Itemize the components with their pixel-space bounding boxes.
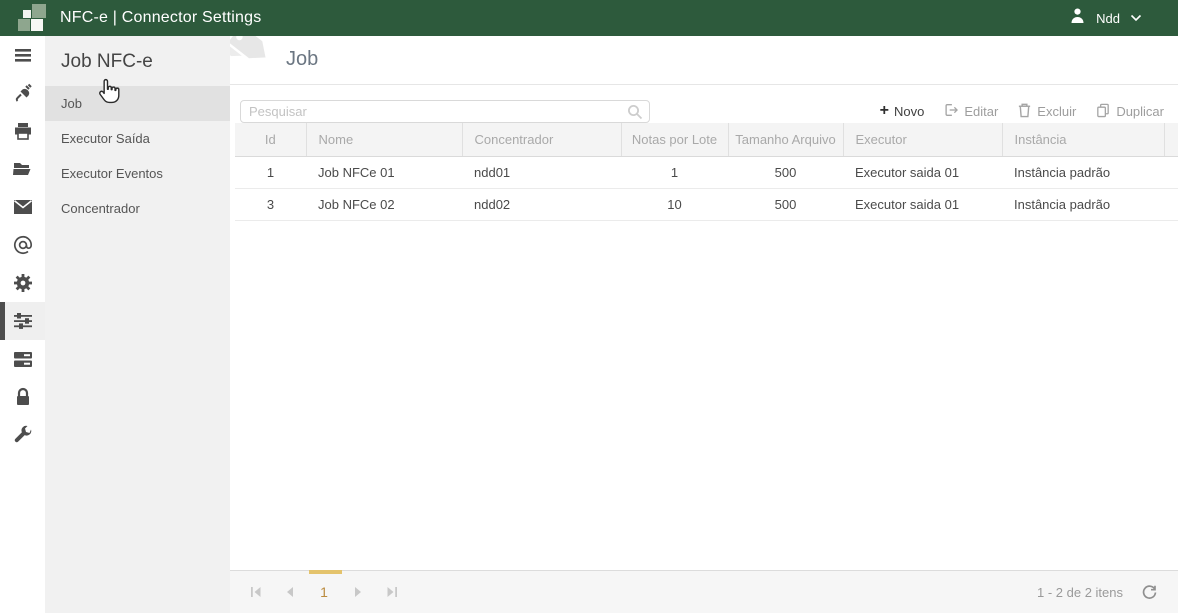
current-page-indicator [309, 570, 342, 574]
folder-icon[interactable] [0, 150, 45, 188]
table-cell: ndd02 [462, 188, 621, 220]
page-number[interactable]: 1 [312, 580, 336, 604]
search-icon[interactable] [627, 104, 643, 125]
mail-icon[interactable] [0, 188, 45, 226]
sidebar-item-concentrador[interactable]: Concentrador [45, 191, 230, 226]
module-title: Job NFC-e [45, 36, 230, 86]
refresh-icon[interactable] [1141, 584, 1158, 601]
table-row[interactable]: 1Job NFCe 01ndd011500Executor saida 01In… [235, 156, 1178, 188]
first-page-button[interactable] [244, 580, 268, 604]
search-input[interactable] [240, 100, 650, 123]
column-header-1[interactable]: Id [235, 123, 306, 156]
column-header-2[interactable]: Nome [306, 123, 462, 156]
edit-button[interactable]: Editar [943, 102, 998, 121]
lock-icon[interactable] [0, 378, 45, 416]
column-header-filler [1164, 123, 1178, 156]
module-sidebar: Job NFC-e Job Executor Saída Executor Ev… [45, 36, 230, 613]
wrench-icon[interactable] [0, 416, 45, 454]
delete-button[interactable]: Excluir [1017, 102, 1076, 121]
table-cell: 3 [235, 188, 306, 220]
column-header-4[interactable]: Notas por Lote [621, 123, 728, 156]
copy-icon [1095, 102, 1111, 121]
sidebar-item-executor-eventos[interactable]: Executor Eventos [45, 156, 230, 191]
table-cell: Instância padrão [1002, 156, 1164, 188]
duplicate-button[interactable]: Duplicar [1095, 102, 1164, 121]
table-cell: ndd01 [462, 156, 621, 188]
search-box [240, 100, 650, 123]
table-cell: 500 [728, 188, 843, 220]
table-cell: Executor saida 01 [843, 156, 1002, 188]
table-cell: 1 [235, 156, 306, 188]
grid-toolbar: + Novo Editar Excluir [230, 85, 1178, 123]
column-header-6[interactable]: Executor [843, 123, 1002, 156]
chevron-down-icon [1130, 9, 1142, 27]
column-header-5[interactable]: Tamanho Arquivo [728, 123, 843, 156]
plug-icon[interactable] [0, 74, 45, 112]
page-title: Job [286, 48, 318, 71]
trash-icon [1017, 102, 1032, 121]
grid-header: IdNomeConcentradorNotas por LoteTamanho … [235, 123, 1178, 156]
printer-icon[interactable] [0, 112, 45, 150]
column-header-3[interactable]: Concentrador [462, 123, 621, 156]
top-bar: NFC-e | Connector Settings Ndd [0, 0, 1178, 36]
new-button[interactable]: + Novo [880, 103, 925, 119]
main-content: Job + Novo Editar [230, 36, 1178, 613]
table-cell-filler [1164, 156, 1178, 188]
app-title: NFC-e | Connector Settings [60, 9, 261, 27]
table-cell: 1 [621, 156, 728, 188]
gear-icon[interactable] [0, 264, 45, 302]
pager-summary: 1 - 2 de 2 itens [1037, 585, 1123, 600]
sliders-icon[interactable] [0, 302, 45, 340]
icon-sidebar [0, 36, 45, 613]
edit-icon [943, 102, 959, 121]
last-page-button[interactable] [380, 580, 404, 604]
toolbar-actions: + Novo Editar Excluir [880, 102, 1164, 121]
table-cell-filler [1164, 188, 1178, 220]
prev-page-button[interactable] [278, 580, 302, 604]
pager: 1 1 - 2 de 2 itens [230, 570, 1178, 613]
user-name: Ndd [1096, 11, 1120, 26]
user-icon [1069, 7, 1086, 29]
plus-icon: + [880, 103, 889, 119]
data-grid: IdNomeConcentradorNotas por LoteTamanho … [235, 123, 1178, 221]
sidebar-item-job[interactable]: Job [45, 86, 230, 121]
next-page-button[interactable] [346, 580, 370, 604]
table-cell: Executor saida 01 [843, 188, 1002, 220]
table-cell: Job NFCe 01 [306, 156, 462, 188]
at-icon[interactable] [0, 226, 45, 264]
sidebar-item-executor-saida[interactable]: Executor Saída [45, 121, 230, 156]
user-menu[interactable]: Ndd [1069, 7, 1178, 29]
grid-area: + Novo Editar Excluir [230, 85, 1178, 570]
table-row[interactable]: 3Job NFCe 02ndd0210500Executor saida 01I… [235, 188, 1178, 220]
column-header-7[interactable]: Instância [1002, 123, 1164, 156]
table-cell: Instância padrão [1002, 188, 1164, 220]
table-cell: 10 [621, 188, 728, 220]
table-cell: Job NFCe 02 [306, 188, 462, 220]
app-logo [10, 3, 48, 33]
table-cell: 500 [728, 156, 843, 188]
menu-icon[interactable] [0, 36, 45, 74]
server-icon[interactable] [0, 340, 45, 378]
page-header: Job [230, 36, 1178, 85]
